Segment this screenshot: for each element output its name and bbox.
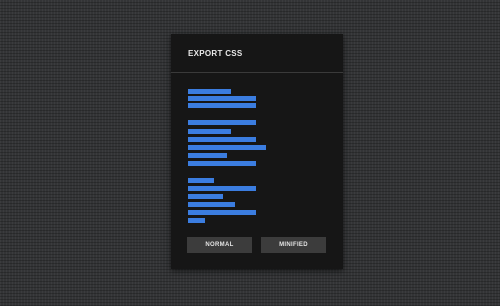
code-line — [188, 202, 235, 207]
code-line — [188, 89, 231, 94]
code-line — [188, 96, 256, 101]
code-line — [188, 218, 205, 223]
code-line — [188, 145, 266, 150]
code-line — [188, 161, 256, 166]
code-line — [188, 120, 256, 125]
code-line — [188, 186, 256, 191]
panel-title: EXPORT CSS — [188, 49, 243, 58]
minified-button[interactable]: MINIFIED — [261, 237, 326, 253]
export-css-panel: EXPORT CSS NORMAL MINIFIED — [171, 34, 343, 269]
panel-header: EXPORT CSS — [171, 34, 343, 73]
code-line — [188, 129, 231, 134]
code-line — [188, 103, 256, 108]
code-line — [188, 153, 227, 158]
code-line — [188, 194, 223, 199]
code-line — [188, 210, 256, 215]
normal-button[interactable]: NORMAL — [187, 237, 252, 253]
css-code-preview — [188, 89, 328, 229]
code-line — [188, 137, 256, 142]
code-line — [188, 178, 214, 183]
